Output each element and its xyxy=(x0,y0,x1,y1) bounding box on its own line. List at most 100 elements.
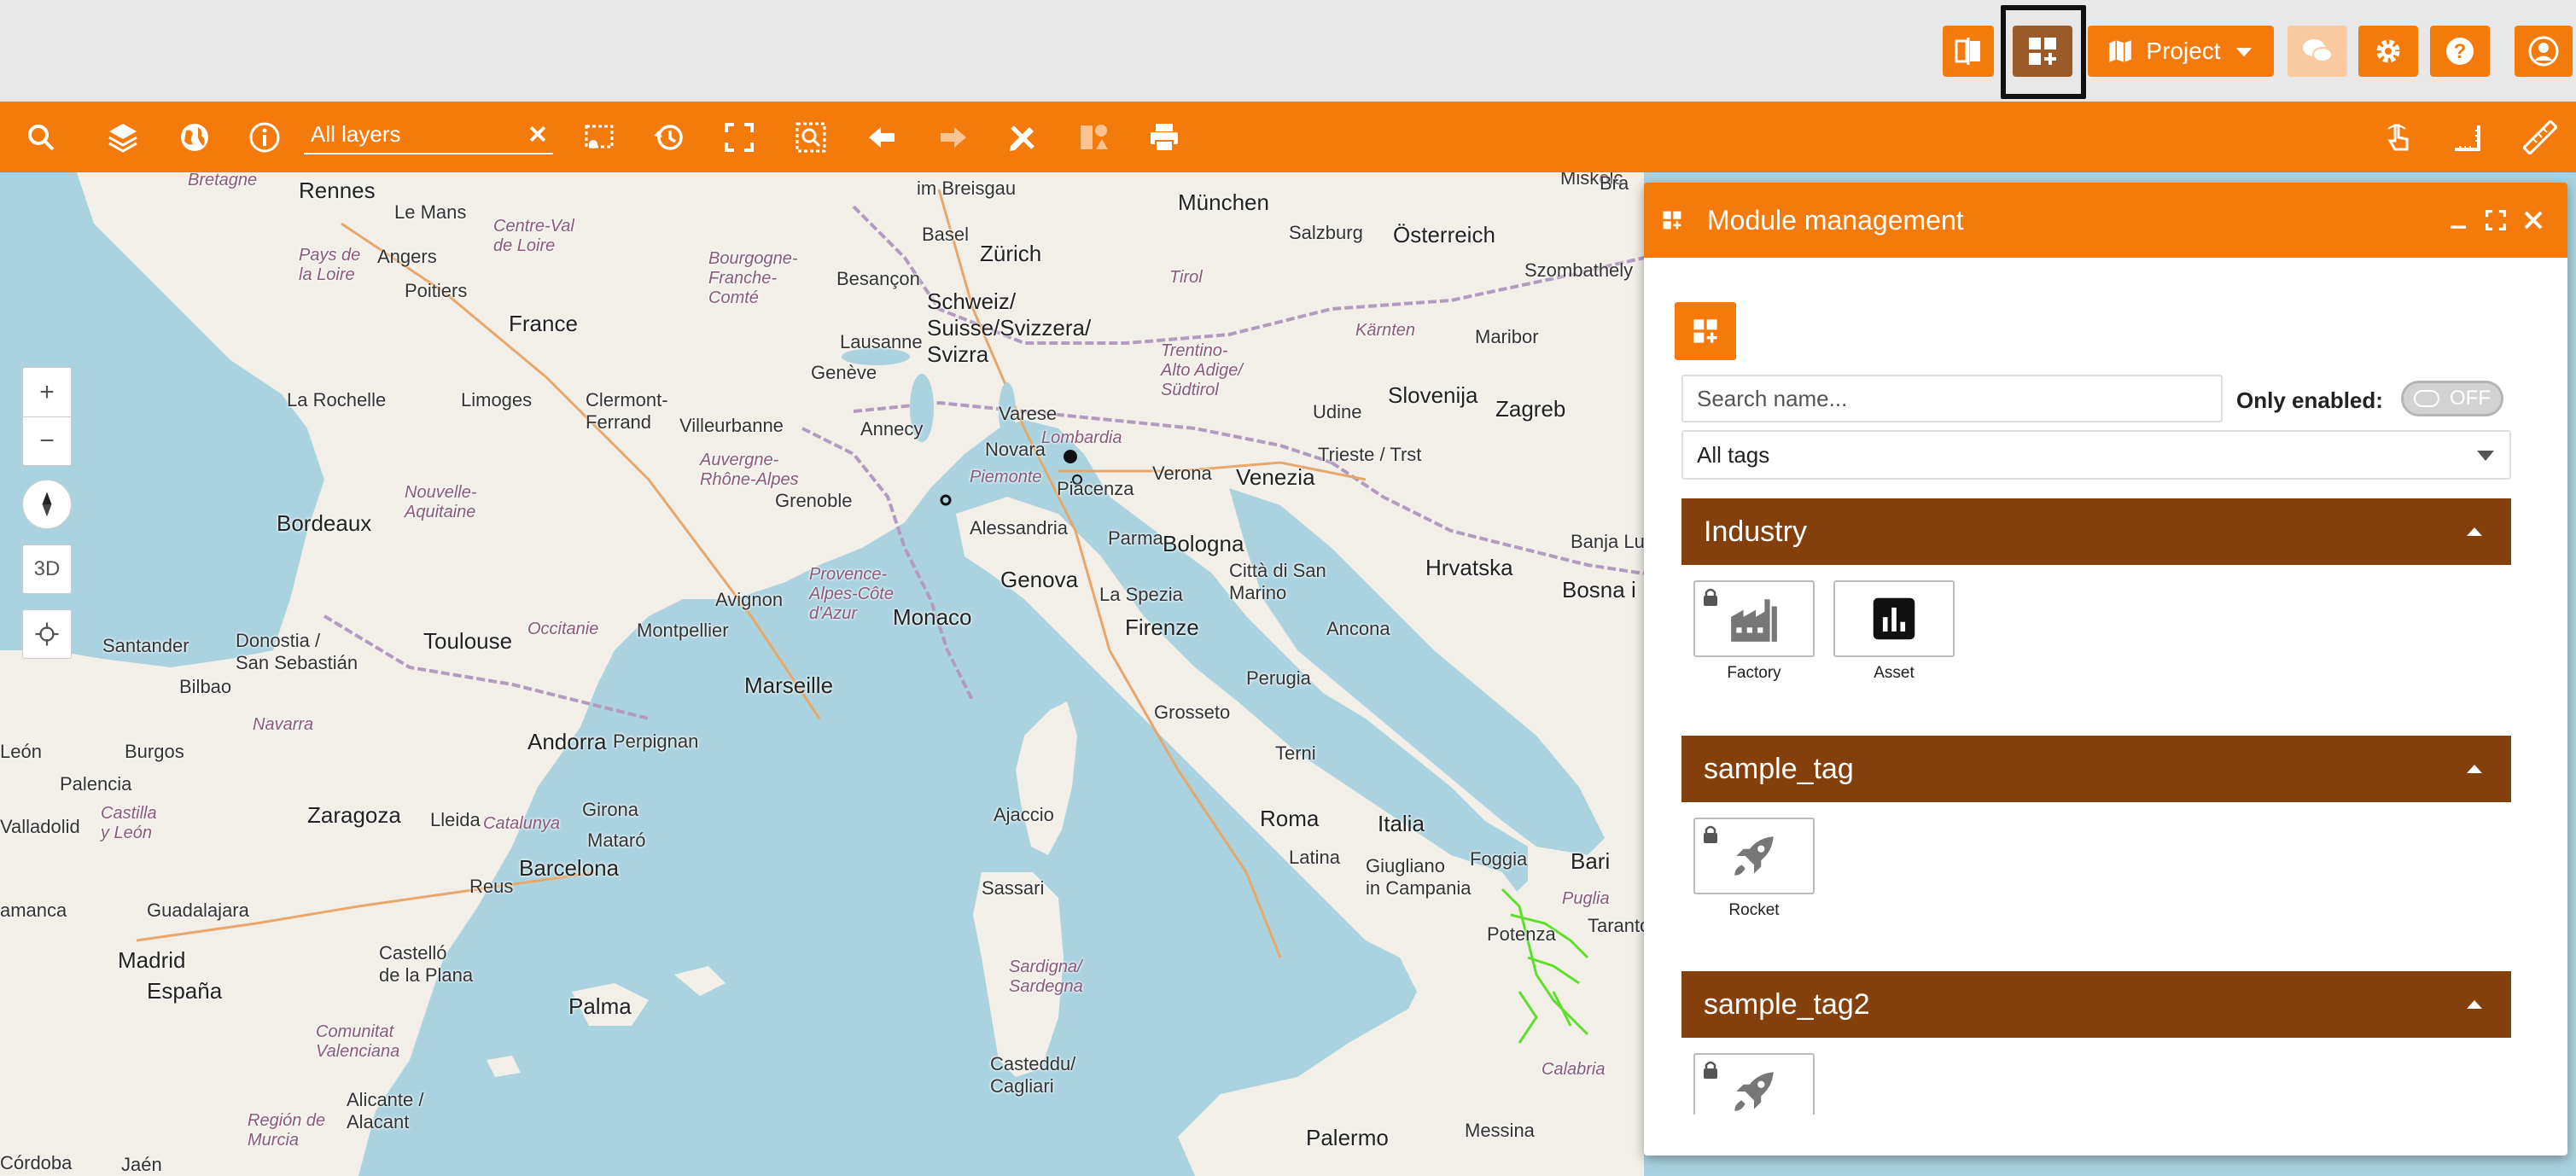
map-label: Centre-Val de Loire xyxy=(493,217,574,255)
module-management-button[interactable] xyxy=(2013,26,2072,77)
module-rocket[interactable]: Rocket xyxy=(1693,818,1815,920)
touch-query-button[interactable] xyxy=(2378,117,2419,158)
map-label: Córdoba xyxy=(0,1152,73,1173)
map-label: Bra xyxy=(1600,172,1629,194)
rocket-icon xyxy=(1734,836,1774,876)
zoom-out-button[interactable]: − xyxy=(22,416,72,466)
map-label: Bourgogne- Franche- Comté xyxy=(708,249,798,307)
map-label: Foggia xyxy=(1470,848,1528,870)
map-label: Angers xyxy=(377,246,437,267)
3d-toggle-button[interactable]: 3D xyxy=(22,544,72,594)
map-label: Salzburg xyxy=(1289,222,1363,243)
chevron-down-icon xyxy=(2477,451,2494,461)
layer-filter-input[interactable]: All layers xyxy=(304,115,553,154)
group-header-industry[interactable]: Industry xyxy=(1681,498,2511,565)
map-label: Genève xyxy=(811,362,877,383)
collapse-arrow-icon xyxy=(2467,527,2482,536)
map-label: Verona xyxy=(1152,463,1212,484)
map-label: Venezia xyxy=(1236,464,1315,490)
module-tile[interactable] xyxy=(1693,580,1815,657)
map-label: Bari xyxy=(1571,848,1611,874)
project-dropdown-button[interactable]: Project xyxy=(2088,26,2274,77)
group-header-sample-tag2[interactable]: sample_tag2 xyxy=(1681,971,2511,1038)
map-label: Le Mans xyxy=(394,201,467,223)
map-label: Poitiers xyxy=(405,280,468,301)
map-label: Roma xyxy=(1260,806,1320,831)
map-label: Guadalajara xyxy=(147,899,249,921)
spatial-query-button[interactable] xyxy=(1074,117,1115,158)
history-button[interactable] xyxy=(649,117,690,158)
module-tile[interactable] xyxy=(1833,580,1955,657)
user-icon xyxy=(2528,36,2559,67)
only-enabled-label: Only enabled: xyxy=(2236,387,2383,413)
map-label: Ajaccio xyxy=(994,804,1054,825)
map-label: Puglia xyxy=(1562,889,1610,908)
module-tile[interactable] xyxy=(1693,818,1815,894)
map-label: Terni xyxy=(1275,742,1316,764)
measure-distance-button[interactable] xyxy=(2520,117,2561,158)
modules-tab[interactable] xyxy=(1675,302,1736,360)
chat-icon xyxy=(2303,39,2333,62)
user-account-button[interactable] xyxy=(2515,26,2573,77)
lock-icon xyxy=(1704,1061,1717,1079)
collapse-arrow-icon xyxy=(2467,1000,2482,1009)
chat-button[interactable] xyxy=(2288,26,2347,77)
map-label: Novara xyxy=(985,439,1046,460)
caret-down-icon xyxy=(2235,48,2252,57)
print-button[interactable] xyxy=(1144,117,1185,158)
full-extent-button[interactable] xyxy=(719,117,760,158)
map-label: Piemonte xyxy=(970,468,1042,486)
only-enabled-toggle[interactable]: OFF xyxy=(2401,381,2503,416)
map-label: Potenza xyxy=(1487,923,1556,945)
modules-add-icon xyxy=(2029,38,2056,65)
map-label: Trieste / Trst xyxy=(1318,444,1422,465)
maximize-button[interactable] xyxy=(2479,203,2513,237)
map-label: Lleida xyxy=(430,809,481,830)
search-name-input[interactable] xyxy=(1681,375,2223,422)
clear-filter-button[interactable] xyxy=(522,119,553,149)
tags-select[interactable]: All tags xyxy=(1681,430,2511,480)
map-label: Hrvatska xyxy=(1425,555,1513,580)
next-extent-button[interactable] xyxy=(932,117,973,158)
close-panel-button[interactable] xyxy=(2516,203,2550,237)
draw-tools-button[interactable] xyxy=(1002,117,1043,158)
basemap-button[interactable] xyxy=(174,117,215,158)
search-button[interactable] xyxy=(20,117,61,158)
lock-icon xyxy=(1704,588,1717,606)
map-label: Palma xyxy=(568,993,632,1019)
module-tile[interactable] xyxy=(1693,1053,1815,1115)
compass-button[interactable] xyxy=(22,480,72,529)
locate-me-button[interactable] xyxy=(22,609,72,659)
module-factory[interactable]: Factory xyxy=(1693,580,1815,683)
map-label: Basel xyxy=(922,224,970,245)
info-button[interactable] xyxy=(244,117,285,158)
help-button[interactable]: ? xyxy=(2430,26,2490,77)
previous-extent-button[interactable] xyxy=(862,117,903,158)
project-label: Project xyxy=(2146,38,2221,64)
map-label: Sassari xyxy=(982,877,1045,899)
module-asset[interactable]: Asset xyxy=(1833,580,1955,683)
map-label: Besançon xyxy=(836,268,920,289)
layers-button[interactable] xyxy=(102,117,143,158)
measure-area-button[interactable] xyxy=(2446,117,2487,158)
map-label: Italia xyxy=(1378,811,1425,836)
map-label: Österreich xyxy=(1393,222,1495,247)
settings-button[interactable] xyxy=(2358,26,2418,77)
select-area-button[interactable] xyxy=(579,117,620,158)
map-label: Schweiz/Suisse/Svizzera/Svizra xyxy=(927,288,1092,367)
map-label: Udine xyxy=(1313,401,1362,422)
map-label: Bosna i xyxy=(1562,577,1636,603)
swipe-compare-button[interactable] xyxy=(1943,26,1994,77)
map-label: Clermont- Ferrand xyxy=(586,389,668,433)
minimize-button[interactable] xyxy=(2441,203,2475,237)
zoom-to-selection-button[interactable] xyxy=(790,117,831,158)
map-label: Giugliano in Campania xyxy=(1366,855,1472,899)
module-rocket-2[interactable] xyxy=(1693,1053,1815,1115)
zoom-in-button[interactable]: + xyxy=(22,367,72,416)
map-label: München xyxy=(1178,189,1269,215)
group-header-sample-tag[interactable]: sample_tag xyxy=(1681,736,2511,802)
map-label: Castelló de la Plana xyxy=(379,942,474,986)
crosshair-icon xyxy=(35,622,59,646)
map-label: Burgos xyxy=(125,741,184,762)
help-icon: ? xyxy=(2446,38,2474,65)
